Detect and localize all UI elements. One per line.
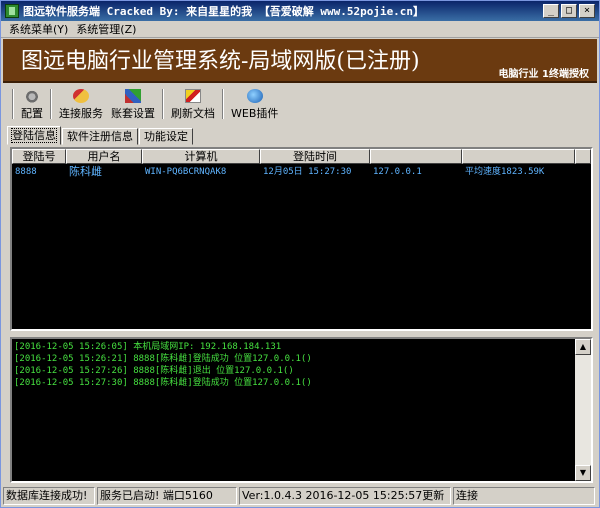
toolbar-separator — [12, 89, 14, 119]
column-header[interactable]: 用户名 — [66, 149, 142, 164]
column-header[interactable] — [462, 149, 575, 164]
log-line: [2016-12-05 15:27:30] 8888[陈科雌]登陆成功 位置12… — [14, 378, 312, 388]
account-label: 账套设置 — [111, 107, 155, 120]
column-header[interactable]: 登陆号 — [12, 149, 66, 164]
cell-login-time: 12月05日 15:27:30 — [263, 167, 352, 177]
menu-bar: 系统菜单(Y) 系统管理(Z) — [1, 21, 599, 38]
toolbar-separator — [162, 89, 164, 119]
log-panel[interactable]: [2016-12-05 15:26:05] 本机局域网IP: 192.168.1… — [10, 337, 593, 483]
cell-ip: 127.0.0.1 — [373, 167, 422, 177]
log-line: [2016-12-05 15:26:05] 本机局域网IP: 192.168.1… — [14, 342, 282, 352]
online-user-list[interactable]: 登陆号 用户名 计算机 登陆时间 8888 陈科雌 WIN-PQ6BCRNQAK… — [10, 147, 593, 331]
tab-login-info[interactable]: 登陆信息 — [7, 126, 61, 145]
cell-computer: WIN-PQ6BCRNQAK8 — [145, 167, 227, 177]
menu-system[interactable]: 系统菜单(Y) — [5, 21, 72, 37]
toolbar-separator — [50, 89, 52, 119]
refresh-icon — [185, 89, 201, 103]
maximize-button[interactable]: □ — [561, 4, 577, 18]
log-lines: [2016-12-05 15:26:05] 本机局域网IP: 192.168.1… — [14, 341, 573, 389]
toolbar: 配置 连接服务 账套设置 刷新文档 WEB插件 — [9, 85, 282, 121]
scroll-down-button[interactable]: ▼ — [575, 465, 591, 481]
cell-login-id: 8888 — [15, 167, 37, 177]
web-plugin-button[interactable]: WEB插件 — [227, 87, 282, 121]
connect-icon — [73, 89, 89, 103]
cell-username: 陈科雌 — [69, 165, 102, 178]
tab-strip: 登陆信息 软件注册信息 功能设定 — [7, 126, 194, 145]
status-bar: 数据库连接成功! 服务已启动! 端口5160 Ver:1.0.4.3 2016-… — [3, 487, 597, 505]
account-settings-button[interactable]: 账套设置 — [107, 87, 159, 121]
scroll-up-button[interactable]: ▲ — [575, 339, 591, 355]
banner-title: 图远电脑行业管理系统-局域网版(已注册) — [21, 49, 420, 74]
log-line: [2016-12-05 15:27:26] 8888[陈科雌]退出 位置127.… — [14, 366, 294, 376]
cell-speed: 平均速度1823.59K — [465, 167, 545, 177]
minimize-button[interactable]: _ — [543, 4, 559, 18]
banner: 图远电脑行业管理系统-局域网版(已注册) 电脑行业 1终端授权 — [3, 39, 597, 83]
tab-feature-settings[interactable]: 功能设定 — [139, 128, 193, 145]
tab-label: 软件注册信息 — [67, 130, 133, 143]
app-window: 图远软件服务端 Cracked By: 来自星星的我 【吾爱破解 www.52p… — [0, 0, 600, 508]
close-button[interactable]: × — [579, 4, 595, 18]
app-icon — [5, 4, 19, 18]
status-version: Ver:1.0.4.3 2016-12-05 15:25:57更新 — [239, 487, 451, 505]
log-scrollbar[interactable]: ▲ ▼ — [575, 339, 591, 481]
column-header[interactable]: 登陆时间 — [260, 149, 370, 164]
tab-label: 登陆信息 — [11, 128, 57, 143]
toolbar-separator — [222, 89, 224, 119]
status-connection: 连接 — [453, 487, 595, 505]
gear-icon — [24, 89, 40, 103]
window-title: 图远软件服务端 Cracked By: 来自星星的我 【吾爱破解 www.52p… — [23, 5, 425, 18]
config-label: 配置 — [21, 107, 43, 120]
column-header[interactable] — [370, 149, 462, 164]
column-header[interactable]: 计算机 — [142, 149, 260, 164]
title-bar[interactable]: 图远软件服务端 Cracked By: 来自星星的我 【吾爱破解 www.52p… — [1, 1, 599, 21]
table-row[interactable]: 8888 陈科雌 WIN-PQ6BCRNQAK8 12月05日 15:27:30… — [12, 164, 591, 180]
account-icon — [125, 89, 141, 103]
menu-manage[interactable]: 系统管理(Z) — [72, 21, 140, 37]
refresh-docs-button[interactable]: 刷新文档 — [167, 87, 219, 121]
status-db: 数据库连接成功! — [3, 487, 95, 505]
connect-label: 连接服务 — [59, 107, 103, 120]
status-service: 服务已启动! 端口5160 — [97, 487, 237, 505]
list-header: 登陆号 用户名 计算机 登陆时间 — [12, 149, 591, 164]
tab-label: 功能设定 — [144, 130, 188, 143]
log-line: [2016-12-05 15:26:21] 8888[陈科雌]登陆成功 位置12… — [14, 354, 312, 364]
column-header[interactable] — [575, 149, 591, 164]
config-button[interactable]: 配置 — [17, 87, 47, 121]
refresh-label: 刷新文档 — [171, 107, 215, 120]
globe-icon — [246, 89, 263, 103]
connect-service-button[interactable]: 连接服务 — [55, 87, 107, 121]
tab-registration-info[interactable]: 软件注册信息 — [62, 128, 138, 145]
window-controls: _ □ × — [543, 4, 595, 18]
web-label: WEB插件 — [231, 107, 279, 120]
license-label: 电脑行业 1终端授权 — [498, 69, 589, 80]
